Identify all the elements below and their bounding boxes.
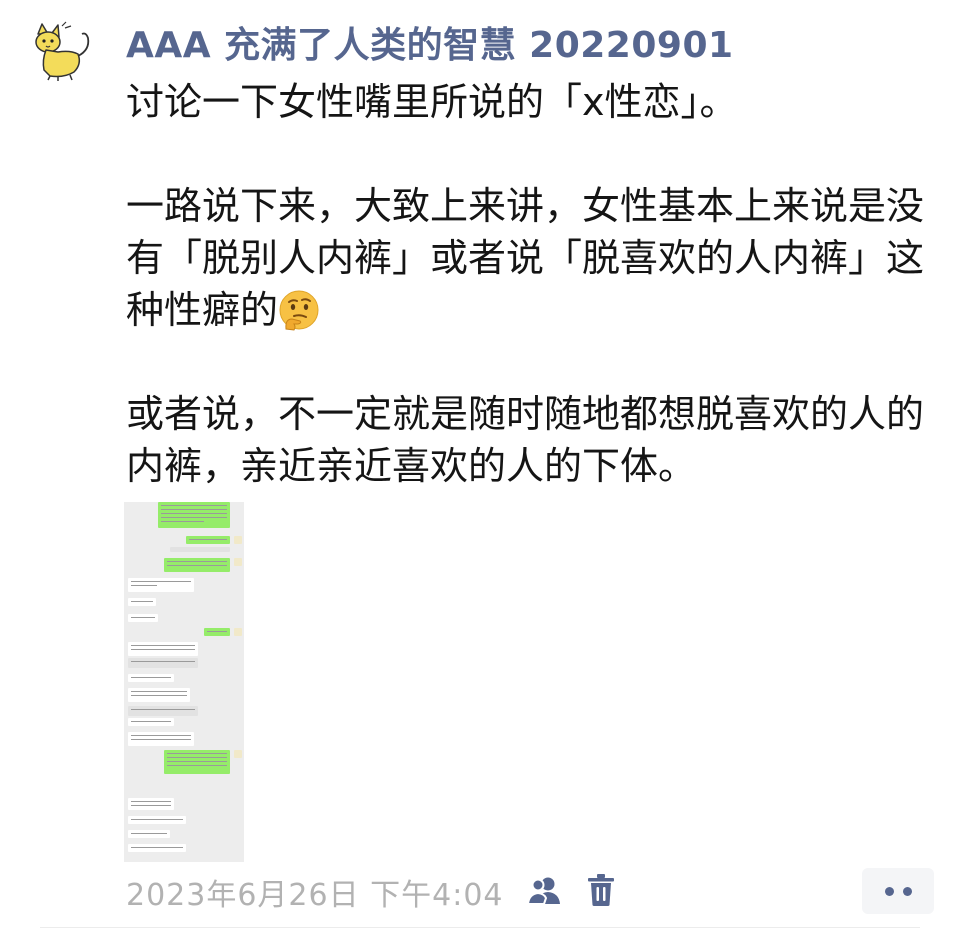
chat-bubble [186, 536, 230, 544]
author-name[interactable]: AAA 充满了人类的智慧 20220901 [126, 16, 734, 68]
post-content: 讨论一下女性嘴里所说的「x性恋」。 一路说下来，大致上来讲，女性基本上来说是没有… [126, 76, 938, 492]
thinking-face-icon [278, 289, 320, 331]
attached-image-thumbnail[interactable] [124, 502, 244, 862]
chat-avatar [234, 750, 242, 758]
chat-bubble [128, 816, 186, 824]
post-paragraph: 讨论一下女性嘴里所说的「x性恋」。 [126, 80, 738, 124]
chat-avatar [234, 536, 242, 544]
chat-bubble [204, 628, 230, 636]
chat-note [128, 658, 198, 668]
chat-bubble [164, 558, 230, 572]
chat-bubble [128, 718, 174, 726]
post-divider [40, 927, 920, 928]
chat-bubble [128, 732, 194, 746]
chat-bubble [128, 674, 174, 682]
visibility-friends-icon[interactable] [526, 874, 564, 910]
more-dot-icon [902, 886, 912, 896]
chat-bubble [128, 598, 156, 606]
chat-bubble [128, 642, 198, 656]
chat-bubble [128, 614, 158, 622]
post-paragraph-text: 一路说下来，大致上来讲，女性基本上来说是没有「脱别人内裤」或者说「脱喜欢的人内裤… [126, 184, 925, 332]
post-footer: 2023年6月26日 下午4:04 [126, 872, 616, 913]
chat-bubble [128, 844, 186, 852]
chat-avatar [234, 558, 242, 566]
more-dot-icon [884, 886, 894, 896]
chat-avatar [234, 628, 242, 636]
chat-note [128, 706, 198, 716]
chat-bubble [164, 750, 230, 774]
chat-bubble [158, 502, 230, 528]
post-timestamp: 2023年6月26日 下午4:04 [126, 878, 504, 913]
chat-note [170, 547, 230, 552]
user-avatar[interactable] [28, 20, 96, 82]
chat-bubble [128, 578, 194, 592]
more-options-button[interactable] [862, 868, 934, 914]
post-paragraph: 或者说，不一定就是随时随地都想脱喜欢的人的内裤，亲近亲近喜欢的人的下体。 [126, 392, 925, 488]
chat-bubble [128, 798, 174, 810]
chat-bubble [128, 830, 170, 838]
trash-icon[interactable] [586, 873, 616, 911]
post-paragraph: 一路说下来，大致上来讲，女性基本上来说是没有「脱别人内裤」或者说「脱喜欢的人内裤… [126, 180, 938, 336]
chat-bubble [128, 688, 190, 702]
